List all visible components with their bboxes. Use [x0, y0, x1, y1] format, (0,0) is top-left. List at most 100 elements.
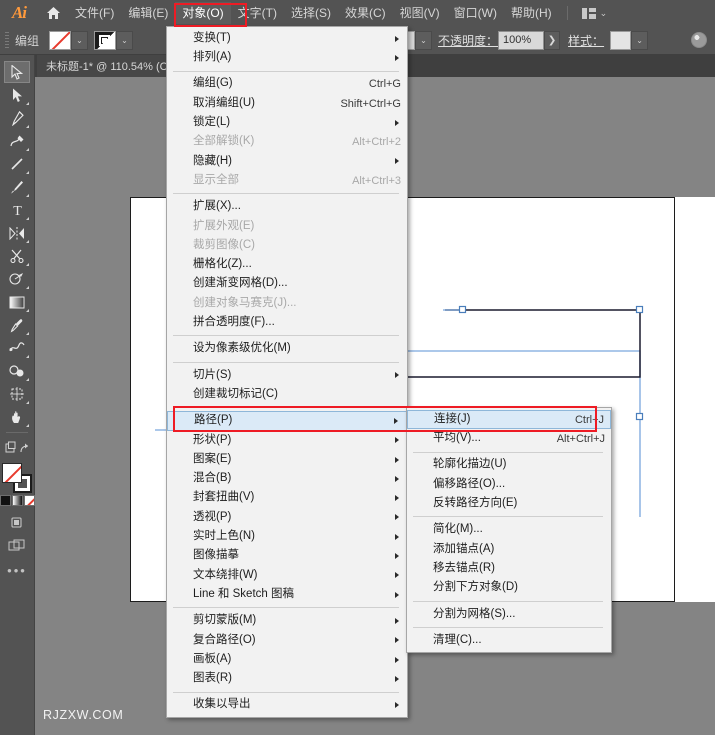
menu-item[interactable]: 偏移路径(O)... — [407, 475, 611, 494]
menu-item-label: 画板(A) — [193, 652, 232, 665]
menubar-item-4[interactable]: 选择(S) — [284, 2, 338, 24]
none-swatch-icon[interactable] — [23, 495, 35, 506]
menu-item[interactable]: Line 和 Sketch 图稿 — [167, 585, 407, 604]
menu-item: 创建对象马赛克(J)... — [167, 294, 407, 313]
menubar-item-1[interactable]: 编辑(E) — [121, 2, 175, 24]
menu-item[interactable]: 路径(P) — [167, 411, 407, 431]
menu-item[interactable]: 编组(G) Ctrl+G — [167, 75, 407, 94]
fill-dropdown-button[interactable]: ⌄ — [71, 30, 89, 50]
menu-item[interactable]: 设为像素级优化(M) — [167, 339, 407, 358]
reflect-tool[interactable] — [4, 222, 30, 244]
menu-item-label: 拼合透明度(F)... — [193, 316, 275, 329]
menu-item[interactable]: 反转路径方向(E) — [407, 494, 611, 513]
menu-item[interactable]: 简化(M)... — [407, 520, 611, 539]
fill-and-stroke-indicator[interactable] — [2, 463, 32, 493]
pen-tool[interactable] — [4, 107, 30, 129]
fill-swatch-large[interactable] — [2, 463, 22, 483]
menu-item[interactable]: 透视(P) — [167, 508, 407, 527]
menu-item[interactable]: 锁定(L) — [167, 113, 407, 132]
menu-item-label: 添加锚点(A) — [433, 542, 495, 555]
menu-item[interactable]: 扩展(X)... — [167, 197, 407, 216]
menu-item[interactable]: 实时上色(N) — [167, 527, 407, 546]
gradient-tool[interactable] — [4, 291, 30, 313]
fill-color-swatch[interactable] — [49, 30, 72, 50]
menu-item[interactable]: 取消编组(U) Shift+Ctrl+G — [167, 94, 407, 113]
shape-builder-tool[interactable] — [4, 268, 30, 290]
menu-item-label: 扩展外观(E) — [193, 219, 255, 232]
menu-item[interactable]: 添加锚点(A) — [407, 540, 611, 559]
menubar-item-2[interactable]: 对象(O) — [175, 2, 231, 24]
style-dropdown-button[interactable]: ⌄ — [631, 30, 649, 50]
duplicate-undo-icons[interactable] — [4, 436, 30, 458]
menu-item[interactable]: 栅格化(Z)... — [167, 255, 407, 274]
menu-item[interactable]: 文本绕排(W) — [167, 566, 407, 585]
menu-item[interactable]: 封套扭曲(V) — [167, 489, 407, 508]
menu-item[interactable]: 分割为网格(S)... — [407, 605, 611, 624]
color-swatch-icon[interactable] — [0, 495, 11, 506]
submenu-arrow-icon — [395, 35, 399, 42]
hand-tool[interactable] — [4, 406, 30, 428]
home-icon[interactable] — [38, 6, 68, 20]
opacity-input[interactable]: 100% — [498, 30, 545, 50]
menu-item-label: 分割为网格(S)... — [433, 607, 516, 620]
workspace-switcher[interactable]: ⌄ — [576, 7, 614, 19]
curvature-tool[interactable] — [4, 130, 30, 152]
menu-item[interactable]: 剪切蒙版(M) — [167, 611, 407, 630]
menubar-item-0[interactable]: 文件(F) — [68, 2, 121, 24]
menu-item[interactable]: 收集以导出 — [167, 696, 407, 715]
stroke-color-swatch[interactable] — [94, 30, 117, 50]
menubar-item-7[interactable]: 窗口(W) — [447, 2, 504, 24]
menubar-item-8[interactable]: 帮助(H) — [504, 2, 559, 24]
menubar-item-6[interactable]: 视图(V) — [393, 2, 447, 24]
menu-item[interactable]: 图像描摹 — [167, 546, 407, 565]
menu-item[interactable]: 复合路径(O) — [167, 631, 407, 650]
menu-item[interactable]: 移去锚点(R) — [407, 559, 611, 578]
eyedropper-tool[interactable] — [4, 314, 30, 336]
paintbrush-tool[interactable] — [4, 176, 30, 198]
menu-item[interactable]: 切片(S) — [167, 366, 407, 385]
menu-item[interactable]: 隐藏(H) — [167, 152, 407, 171]
menu-item-shortcut: Alt+Ctrl+2 — [352, 136, 401, 149]
symbol-sprayer-tool[interactable] — [4, 360, 30, 382]
menu-item[interactable]: 创建裁切标记(C) — [167, 385, 407, 404]
submenu-arrow-icon — [395, 553, 399, 560]
control-bar-grip[interactable] — [5, 31, 9, 49]
submenu-arrow-icon — [395, 637, 399, 644]
menu-item[interactable]: 图表(R) — [167, 669, 407, 688]
selection-tool[interactable] — [4, 61, 30, 83]
menu-item[interactable]: 清理(C)... — [407, 631, 611, 650]
object-menu-dropdown[interactable]: 变换(T) 排列(A) 编组(G) Ctrl+G 取消编组(U) Shift+Ctrl+G… — [166, 26, 408, 718]
stroke-profile-dropdown[interactable]: ⌄ — [415, 30, 433, 50]
menubar-item-5[interactable]: 效果(C) — [338, 2, 393, 24]
menu-item[interactable]: 排列(A) — [167, 48, 407, 67]
artboard-tool[interactable] — [4, 383, 30, 405]
graphic-style-swatch[interactable] — [610, 30, 632, 50]
more-tools-button[interactable]: ••• — [7, 563, 27, 578]
menubar-item-3[interactable]: 文字(T) — [231, 2, 284, 24]
line-segment-tool[interactable] — [4, 153, 30, 175]
type-tool[interactable]: T — [4, 199, 30, 221]
opacity-stepper-button[interactable]: ❯ — [544, 30, 561, 50]
menu-item[interactable]: 图案(E) — [167, 450, 407, 469]
menu-item[interactable]: 画板(A) — [167, 650, 407, 669]
document-setup-icon[interactable] — [691, 32, 707, 48]
menu-item[interactable]: 连接(J) Ctrl+J — [407, 410, 611, 430]
screen-mode-icon[interactable] — [4, 534, 30, 556]
menu-item[interactable]: 形状(P) — [167, 431, 407, 450]
menu-item[interactable]: 平均(V)... Alt+Ctrl+J — [407, 429, 611, 448]
direct-selection-tool[interactable] — [4, 84, 30, 106]
menu-item[interactable]: 轮廓化描边(U) — [407, 456, 611, 475]
document-tab[interactable]: 未标题-1* @ 110.54% (C — [37, 55, 177, 77]
menu-item[interactable]: 变换(T) — [167, 29, 407, 48]
drawing-mode-icon[interactable] — [4, 511, 30, 533]
menu-item[interactable]: 分割下方对象(D) — [407, 578, 611, 597]
menu-item[interactable]: 创建渐变网格(D)... — [167, 275, 407, 294]
blend-tool[interactable] — [4, 337, 30, 359]
menu-item-shortcut: Ctrl+J — [574, 413, 604, 426]
gradient-swatch-icon[interactable] — [11, 495, 23, 506]
menu-item[interactable]: 混合(B) — [167, 469, 407, 488]
stroke-dropdown-button[interactable]: ⌄ — [116, 30, 134, 50]
menu-item[interactable]: 拼合透明度(F)... — [167, 313, 407, 332]
scissors-tool[interactable] — [4, 245, 30, 267]
path-submenu-dropdown[interactable]: 连接(J) Ctrl+J 平均(V)... Alt+Ctrl+J 轮廓化描边(U) 偏移路… — [406, 407, 612, 654]
